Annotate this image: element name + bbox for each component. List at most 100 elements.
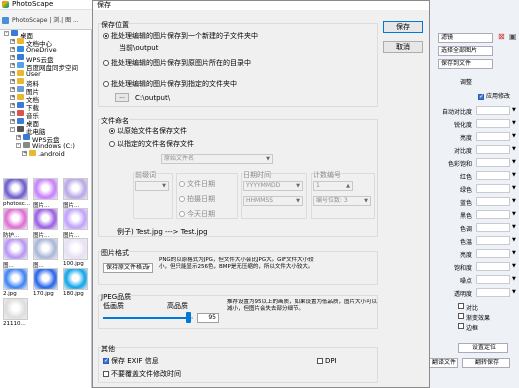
- chevron-down-icon[interactable]: ▼: [512, 224, 516, 230]
- file-date-radio[interactable]: [179, 181, 185, 187]
- adjust-row-control[interactable]: [476, 249, 510, 258]
- thumbnail-image[interactable]: [3, 268, 28, 290]
- chevron-down-icon[interactable]: ▼: [512, 185, 516, 191]
- tree-item[interactable]: - 桌面: [0, 30, 92, 40]
- tree-item[interactable]: + .android: [0, 150, 92, 158]
- thumbnail-image[interactable]: [63, 208, 88, 230]
- time-format-combo[interactable]: HHMMSS ▼: [243, 196, 303, 206]
- dpi-checkbox[interactable]: [317, 358, 323, 364]
- select-all-button[interactable]: 选择全部图片: [438, 46, 493, 56]
- counter-spinner[interactable]: 1 ▲: [313, 181, 353, 191]
- tree-item[interactable]: + 下载: [0, 102, 92, 112]
- quality-value-field[interactable]: 95: [197, 313, 219, 323]
- adjust-row-control[interactable]: [476, 184, 510, 193]
- filter-button[interactable]: 滤镜: [438, 33, 493, 43]
- prefix-combo[interactable]: ▼: [135, 181, 169, 191]
- tree-item[interactable]: + WPS云盘: [0, 54, 92, 64]
- collapse-icon[interactable]: -: [16, 143, 21, 148]
- adjust-row-control[interactable]: [476, 119, 510, 128]
- date-format-combo[interactable]: YYYYMMDD ▼: [243, 181, 303, 191]
- today-date-radio[interactable]: [179, 211, 185, 217]
- expand-icon[interactable]: +: [22, 151, 27, 156]
- expand-icon[interactable]: +: [10, 63, 15, 68]
- tree-item[interactable]: + 资料: [0, 78, 92, 88]
- expand-icon[interactable]: +: [16, 135, 21, 140]
- thumbnail-image[interactable]: [3, 298, 28, 320]
- tree-item[interactable]: + User: [0, 70, 92, 78]
- tree-item[interactable]: + 图片: [0, 86, 92, 96]
- save-button[interactable]: 保存: [383, 21, 423, 33]
- save-rotate-button[interactable]: 翻转保存: [462, 358, 510, 368]
- chevron-down-icon[interactable]: ▼: [512, 198, 516, 204]
- expand-icon[interactable]: +: [10, 119, 15, 124]
- toolbar-tabs[interactable]: PhotoScape | 浏.| 图 ...: [12, 18, 79, 24]
- tree-item[interactable]: - 此电脑: [0, 126, 92, 136]
- original-filename-radio[interactable]: [109, 128, 115, 134]
- chevron-down-icon[interactable]: ▼: [512, 250, 516, 256]
- filename-pattern-combo[interactable]: 原始文件名 ▼: [161, 154, 273, 164]
- chevron-down-icon[interactable]: ▼: [512, 237, 516, 243]
- tree-item[interactable]: + 百度网盘同步空间: [0, 62, 92, 72]
- tree-item[interactable]: + 桌面: [0, 118, 92, 128]
- adjust-row-control[interactable]: [476, 171, 510, 180]
- folder-icon[interactable]: ▣: [509, 33, 517, 41]
- browse-folder-button[interactable]: ...: [115, 93, 129, 102]
- thumbnail-image[interactable]: [33, 268, 58, 290]
- save-subfolder-radio[interactable]: [103, 33, 109, 39]
- collapse-icon[interactable]: -: [4, 31, 9, 36]
- chevron-down-icon[interactable]: ▼: [512, 263, 516, 269]
- collapse-icon[interactable]: -: [10, 127, 15, 132]
- keep-exif-checkbox[interactable]: [103, 357, 109, 364]
- thumbnail-image[interactable]: [3, 238, 28, 260]
- expand-icon[interactable]: +: [10, 103, 15, 108]
- chevron-down-icon[interactable]: ▼: [512, 211, 516, 217]
- thumbnail-image[interactable]: [33, 238, 58, 260]
- thumbnail-image[interactable]: [33, 178, 58, 200]
- image-format-combo[interactable]: 保持原文件格式 ▼: [103, 263, 153, 273]
- adjust-row-control[interactable]: [476, 197, 510, 206]
- adjust-row-control[interactable]: [476, 132, 510, 141]
- chevron-down-icon[interactable]: ▼: [512, 146, 516, 152]
- save-original-dir-radio[interactable]: [103, 60, 109, 66]
- custom-filename-radio[interactable]: [109, 141, 115, 147]
- thumbnail-image[interactable]: [63, 238, 88, 260]
- chevron-down-icon[interactable]: ▼: [512, 120, 516, 126]
- save-to-file-button[interactable]: 保存到文件: [438, 59, 493, 69]
- thumbnail-image[interactable]: [3, 178, 28, 200]
- expand-icon[interactable]: +: [10, 79, 15, 84]
- thumbnail-image[interactable]: [63, 268, 88, 290]
- adjust-row-control[interactable]: [476, 158, 510, 167]
- quality-slider-thumb[interactable]: [185, 312, 191, 323]
- counter-digits-combo[interactable]: 编号位数: 3 ▼: [313, 196, 371, 206]
- tree-item[interactable]: + OneDrive: [0, 46, 92, 54]
- expand-icon[interactable]: +: [10, 87, 15, 92]
- home-icon[interactable]: [2, 17, 9, 24]
- save-specified-folder-radio[interactable]: [103, 81, 109, 87]
- tree-item[interactable]: - Windows (C:): [0, 142, 92, 150]
- tree-item[interactable]: + 文档: [0, 94, 92, 104]
- adjust-row-control[interactable]: [476, 288, 510, 297]
- adjust-row-control[interactable]: [476, 262, 510, 271]
- effect-checkbox[interactable]: [458, 303, 464, 309]
- chevron-down-icon[interactable]: ▼: [512, 172, 516, 178]
- expand-icon[interactable]: +: [10, 47, 15, 52]
- chevron-down-icon[interactable]: ▼: [512, 107, 516, 113]
- adjust-row-control[interactable]: [476, 236, 510, 245]
- no-overwrite-time-checkbox[interactable]: [103, 371, 109, 377]
- effect-checkbox[interactable]: [458, 323, 464, 329]
- thumbnail-image[interactable]: [33, 208, 58, 230]
- translate-file-button[interactable]: 翻译文件: [428, 358, 458, 368]
- thumbnail-image[interactable]: [63, 178, 88, 200]
- effect-checkbox[interactable]: [458, 313, 464, 319]
- set-position-button[interactable]: 设置定位: [458, 343, 508, 353]
- tree-item[interactable]: + WPS云盘: [0, 134, 92, 144]
- expand-icon[interactable]: +: [10, 39, 15, 44]
- tree-item[interactable]: + 音乐: [0, 110, 92, 120]
- expand-icon[interactable]: +: [10, 111, 15, 116]
- apply-changes-checkbox[interactable]: [478, 93, 484, 100]
- adjust-row-control[interactable]: [476, 210, 510, 219]
- adjust-row-control[interactable]: [476, 106, 510, 115]
- chevron-down-icon[interactable]: ▼: [512, 276, 516, 282]
- chevron-down-icon[interactable]: ▼: [512, 159, 516, 165]
- chevron-down-icon[interactable]: ▼: [512, 133, 516, 139]
